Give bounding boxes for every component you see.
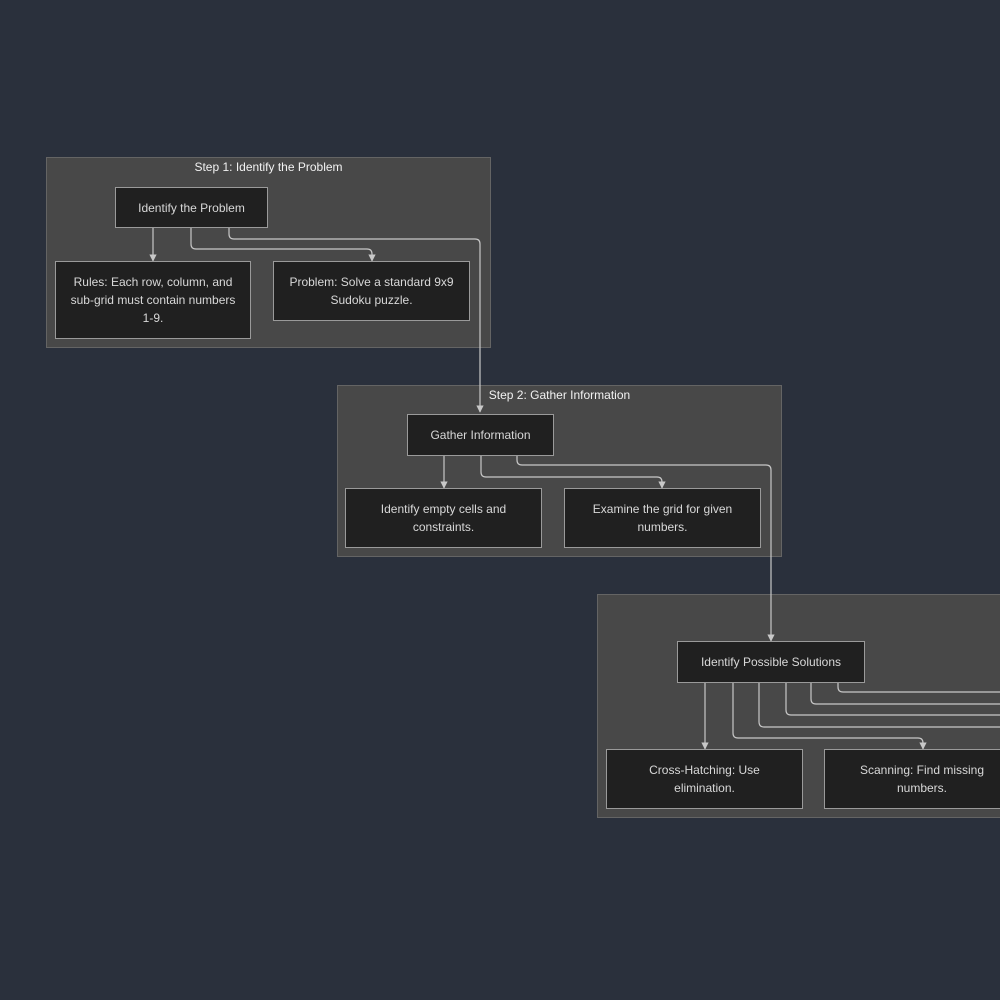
node-gather-information[interactable]: Gather Information <box>407 414 554 456</box>
node-identify-solutions[interactable]: Identify Possible Solutions <box>677 641 865 683</box>
node-problem-statement[interactable]: Problem: Solve a standard 9x9 Sudoku puz… <box>273 261 470 321</box>
node-cross-hatching[interactable]: Cross-Hatching: Use elimination. <box>606 749 803 809</box>
cluster-step-2-title: Step 2: Gather Information <box>488 388 631 402</box>
node-examine-grid[interactable]: Examine the grid for given numbers. <box>564 488 761 548</box>
flowchart-canvas: Step 1: Identify the Problem Step 2: Gat… <box>0 0 1000 1000</box>
node-identify-problem[interactable]: Identify the Problem <box>115 187 268 228</box>
node-scanning[interactable]: Scanning: Find missing numbers. <box>824 749 1000 809</box>
cluster-step-1-title: Step 1: Identify the Problem <box>194 160 343 174</box>
node-rules[interactable]: Rules: Each row, column, and sub-grid mu… <box>55 261 251 339</box>
node-identify-empty-cells[interactable]: Identify empty cells and constraints. <box>345 488 542 548</box>
